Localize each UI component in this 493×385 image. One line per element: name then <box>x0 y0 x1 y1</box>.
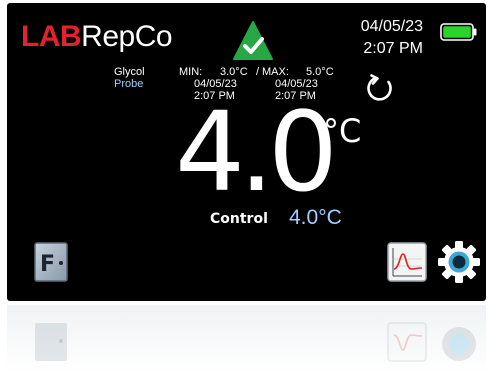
chart-icon[interactable] <box>387 242 427 282</box>
max-value: 5.0°C <box>306 66 334 78</box>
battery-icon <box>440 23 477 41</box>
minmax-separator: / <box>256 66 260 78</box>
min-value: 3.0°C <box>220 66 248 78</box>
screen-reflection <box>7 305 486 385</box>
time-display: 2:07 PM <box>363 40 423 57</box>
probe-label: Probe <box>114 78 144 90</box>
door-letter: F <box>40 252 55 277</box>
device-screen: LABRepCo 04/05/23 2:07 PM Glycol Probe M… <box>7 3 486 301</box>
brand-logo: LABRepCo <box>21 17 173 57</box>
status-check-icon <box>233 21 273 60</box>
reset-minmax-refresh-icon[interactable] <box>365 73 395 103</box>
door-reflection-icon <box>35 323 67 361</box>
control-label: Control <box>210 211 268 227</box>
gear-icon[interactable] <box>437 240 481 284</box>
max-label: MAX: <box>262 66 289 78</box>
logo-repco-text: RepCo <box>81 20 173 53</box>
min-label: MIN: <box>179 66 203 78</box>
source-label: Glycol <box>114 66 145 78</box>
temperature-unit: °C <box>323 112 362 150</box>
current-temperature: 4.0 <box>175 88 338 216</box>
gear-reflection-icon <box>442 327 476 361</box>
door-icon[interactable]: F <box>34 242 68 282</box>
control-setpoint-value[interactable]: 4.0°C <box>289 205 342 231</box>
logo-lab-text: LAB <box>21 20 82 53</box>
chart-reflection-icon <box>387 322 427 362</box>
date-display: 04/05/23 <box>360 18 423 35</box>
